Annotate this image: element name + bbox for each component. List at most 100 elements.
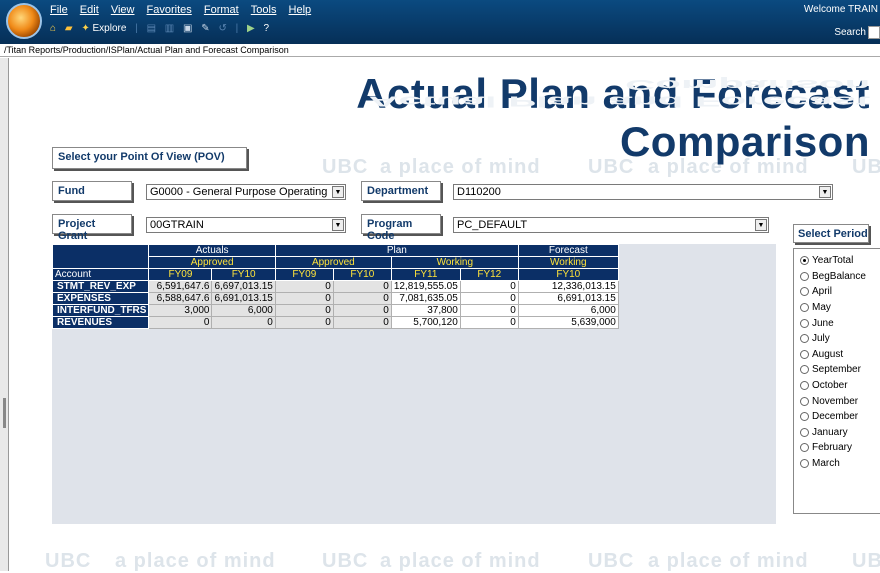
cell[interactable]: 0 <box>274 316 334 329</box>
cell[interactable]: 0 <box>274 292 334 305</box>
cell[interactable]: 0 <box>459 292 519 305</box>
print-icon[interactable]: ▣ <box>183 23 192 34</box>
period-option-november[interactable]: November <box>794 393 880 409</box>
edit-icon[interactable]: ✎ <box>201 23 209 34</box>
program-code-select[interactable]: PC_DEFAULT ▼ <box>453 217 769 233</box>
period-option-march[interactable]: March <box>794 456 880 472</box>
watermark-logo: UBC <box>322 550 369 572</box>
refresh-icon[interactable]: ↺ <box>218 23 226 34</box>
radio-button[interactable] <box>800 427 809 437</box>
radio-button[interactable] <box>800 396 809 406</box>
chevron-down-icon[interactable]: ▼ <box>332 186 344 198</box>
row-label[interactable]: REVENUES <box>51 316 150 329</box>
grid-corner <box>51 244 150 269</box>
search-input[interactable] <box>868 26 880 39</box>
cell[interactable]: 3,000 <box>148 304 213 317</box>
period-option-september[interactable]: September <box>794 362 880 378</box>
search-label: Search <box>834 27 866 38</box>
app-header: File Edit View Favorites Format Tools He… <box>0 0 880 44</box>
open-folder-icon[interactable]: ▰ <box>65 23 73 34</box>
chevron-down-icon[interactable]: ▼ <box>755 219 767 231</box>
cell[interactable]: 5,700,120 <box>390 316 461 329</box>
cell[interactable]: 6,000 <box>517 304 619 317</box>
period-option-december[interactable]: December <box>794 409 880 425</box>
app-logo-orb-icon[interactable] <box>6 3 42 39</box>
radio-button[interactable] <box>800 318 809 328</box>
cell[interactable]: 0 <box>274 304 334 317</box>
cell[interactable]: 6,697,013.15 <box>211 280 276 293</box>
cell[interactable]: 0 <box>332 304 392 317</box>
cell[interactable]: 0 <box>211 316 276 329</box>
period-option-february[interactable]: February <box>794 440 880 456</box>
fund-select[interactable]: G0000 - General Purpose Operating ▼ <box>146 184 346 200</box>
period-option-august[interactable]: August <box>794 347 880 363</box>
menu-file[interactable]: File <box>50 4 68 16</box>
radio-button[interactable] <box>800 303 809 313</box>
radio-button[interactable] <box>800 271 809 281</box>
column-header: FY10 <box>332 268 392 281</box>
period-option-april[interactable]: April <box>794 284 880 300</box>
cut-icon[interactable]: ▤ <box>147 23 156 34</box>
period-option-july[interactable]: July <box>794 331 880 347</box>
left-panel-splitter[interactable] <box>0 58 9 571</box>
radio-button[interactable] <box>800 349 809 359</box>
period-option-june[interactable]: June <box>794 315 880 331</box>
department-select[interactable]: D110200 ▼ <box>453 184 833 200</box>
period-option-may[interactable]: May <box>794 300 880 316</box>
chevron-down-icon[interactable]: ▼ <box>819 186 831 198</box>
period-option-january[interactable]: January <box>794 425 880 441</box>
menu-help[interactable]: Help <box>289 4 312 16</box>
cell[interactable]: 6,691,013.15 <box>517 292 619 305</box>
row-label[interactable]: STMT_REV_EXP <box>51 280 150 293</box>
cell[interactable]: 6,691,013.15 <box>211 292 276 305</box>
cell[interactable]: 0 <box>274 280 334 293</box>
cell[interactable]: 0 <box>332 316 392 329</box>
cell[interactable]: 12,336,013.15 <box>517 280 619 293</box>
menu-view[interactable]: View <box>111 4 135 16</box>
department-label: Department <box>361 181 441 201</box>
subgroup-header: Approved <box>274 256 392 269</box>
cell[interactable]: 0 <box>332 280 392 293</box>
splitter-grip-icon[interactable] <box>3 398 6 428</box>
export-icon[interactable]: ▶ <box>247 23 255 34</box>
menu-format[interactable]: Format <box>204 4 239 16</box>
period-option-begbalance[interactable]: BegBalance <box>794 269 880 285</box>
column-header: FY09 <box>148 268 213 281</box>
row-label[interactable]: INTERFUND_TFRS <box>51 304 150 317</box>
menu-tools[interactable]: Tools <box>251 4 277 16</box>
cell[interactable]: 37,800 <box>390 304 461 317</box>
cell[interactable]: 0 <box>332 292 392 305</box>
radio-button[interactable] <box>800 256 809 266</box>
radio-button[interactable] <box>800 412 809 422</box>
cell[interactable]: 6,591,647.6 <box>148 280 213 293</box>
cell[interactable]: 6,000 <box>211 304 276 317</box>
radio-button[interactable] <box>800 334 809 344</box>
radio-button[interactable] <box>800 381 809 391</box>
period-option-label: August <box>812 348 844 360</box>
table-row: REVENUES 0 0 0 0 5,700,120 0 5,639,000 <box>51 316 619 329</box>
column-header: FY10 <box>517 268 619 281</box>
row-label[interactable]: EXPENSES <box>51 292 150 305</box>
menu-favorites[interactable]: Favorites <box>147 4 192 16</box>
cell[interactable]: 0 <box>148 316 213 329</box>
cell[interactable]: 12,819,555.05 <box>390 280 461 293</box>
period-option-yeartotal[interactable]: YearTotal <box>794 253 880 269</box>
cell[interactable]: 0 <box>459 304 519 317</box>
radio-button[interactable] <box>800 443 809 453</box>
cell[interactable]: 6,588,647.6 <box>148 292 213 305</box>
home-icon[interactable]: ⌂ <box>50 23 56 34</box>
explore-button[interactable]: ✦ Explore <box>81 23 126 34</box>
radio-button[interactable] <box>800 459 809 469</box>
cell[interactable]: 0 <box>459 280 519 293</box>
period-option-october[interactable]: October <box>794 378 880 394</box>
radio-button[interactable] <box>800 365 809 375</box>
chevron-down-icon[interactable]: ▼ <box>332 219 344 231</box>
cell[interactable]: 5,639,000 <box>517 316 619 329</box>
project-grant-select[interactable]: 00GTRAIN ▼ <box>146 217 346 233</box>
radio-button[interactable] <box>800 287 809 297</box>
copy-icon[interactable]: ▥ <box>165 23 174 34</box>
help-icon[interactable]: ? <box>263 23 269 34</box>
cell[interactable]: 0 <box>459 316 519 329</box>
menu-edit[interactable]: Edit <box>80 4 99 16</box>
cell[interactable]: 7,081,635.05 <box>390 292 461 305</box>
